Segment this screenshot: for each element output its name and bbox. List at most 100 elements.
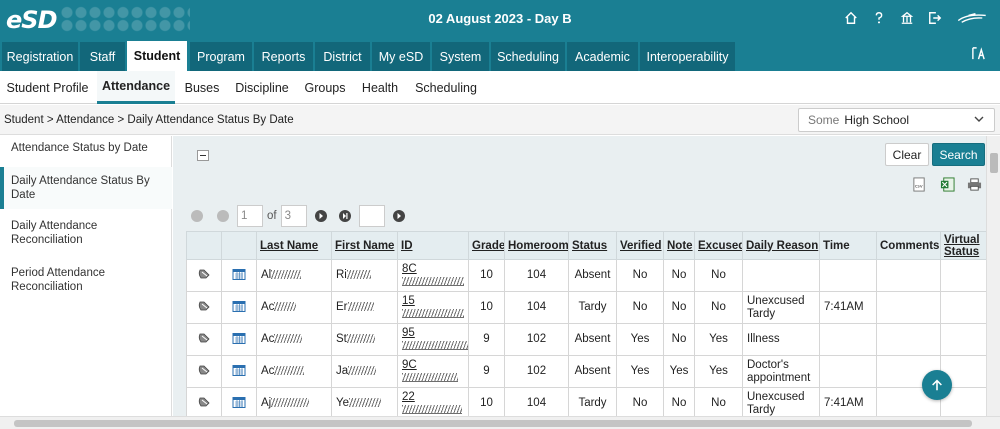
language-icon[interactable]	[971, 46, 986, 64]
next-page-icon[interactable]	[314, 210, 327, 222]
cell-excused: No	[694, 387, 743, 416]
sidebar-item-daily-attendance-status-by-date[interactable]: Daily Attendance Status By Date	[0, 167, 172, 209]
help-icon[interactable]	[870, 9, 888, 27]
tab-scheduling[interactable]: Scheduling	[491, 42, 566, 71]
horizontal-scrollbar[interactable]	[0, 416, 1000, 429]
go-page-icon[interactable]	[392, 210, 405, 222]
calendar-icon[interactable]	[221, 291, 257, 324]
cell-time	[819, 355, 877, 388]
tab-system[interactable]: System	[432, 42, 490, 71]
cell-first-name: Ri	[331, 259, 398, 292]
sidebar-item-period-attendance-reconciliation[interactable]: Period Attendance Reconciliation	[0, 266, 172, 294]
calendar-icon[interactable]	[221, 355, 257, 388]
cell-id[interactable]: 8C	[397, 259, 469, 292]
subtab-health[interactable]: Health	[356, 71, 404, 104]
arrow-up-icon	[932, 379, 942, 391]
column-header-excused[interactable]: Excused	[694, 231, 743, 260]
cell-homeroom: 102	[504, 323, 569, 356]
column-header-edit	[186, 231, 222, 260]
calendar-icon[interactable]	[221, 259, 257, 292]
cell-id[interactable]: 95	[397, 323, 469, 356]
subtab-groups[interactable]: Groups	[300, 71, 350, 104]
tab-program[interactable]: Program	[190, 42, 253, 71]
column-header-time: Time	[819, 231, 877, 260]
column-header-last-name[interactable]: Last Name	[256, 231, 332, 260]
collapse-toggle-icon[interactable]	[197, 150, 209, 161]
excel-icon[interactable]	[939, 177, 955, 192]
tab-my-esd[interactable]: My eSD	[372, 42, 431, 71]
edit-record-icon[interactable]	[186, 259, 222, 292]
tab-district[interactable]: District	[315, 42, 371, 71]
cell-id[interactable]: 9C	[397, 355, 469, 388]
cell-excused: Yes	[694, 323, 743, 356]
table-row[interactable]: Ac Ja 9C 9 102 Absent Yes Yes Yes Doctor's appoin…	[186, 355, 986, 388]
tab-reports[interactable]: Reports	[254, 42, 314, 71]
column-header-virtual-status[interactable]: Virtual Status	[940, 231, 986, 260]
column-header-verified[interactable]: Verified	[616, 231, 664, 260]
tab-interoperability[interactable]: Interoperability	[640, 42, 736, 71]
cell-daily-reason: Unexcused Tardy	[742, 291, 820, 324]
column-header-note[interactable]: Note	[663, 231, 695, 260]
logout-icon[interactable]	[926, 9, 944, 27]
subtab-attendance[interactable]: Attendance	[97, 71, 175, 104]
cell-virtual-status	[940, 323, 986, 356]
sidebar-item-daily-attendance-reconciliation[interactable]: Daily Attendance Reconciliation	[0, 219, 172, 247]
edit-record-icon[interactable]	[186, 387, 222, 416]
column-header-grade[interactable]: Grade	[468, 231, 505, 260]
cell-grade: 9	[468, 355, 505, 388]
calendar-icon[interactable]	[221, 387, 257, 416]
cell-excused: No	[694, 291, 743, 324]
breadcrumb: Student > Attendance > Daily Attendance …	[4, 114, 294, 126]
cell-first-name: St	[331, 323, 398, 356]
subtab-buses[interactable]: Buses	[178, 71, 226, 104]
edit-record-icon[interactable]	[186, 323, 222, 356]
vertical-scrollbar[interactable]	[986, 136, 1000, 416]
goto-page-input[interactable]	[358, 205, 385, 227]
district-building-icon[interactable]	[898, 9, 916, 27]
chevron-down-icon	[974, 116, 984, 122]
cell-grade: 9	[468, 323, 505, 356]
column-header-id[interactable]: ID	[397, 231, 469, 260]
tab-student[interactable]: Student	[127, 41, 188, 71]
clear-button[interactable]: Clear	[885, 143, 929, 166]
csv-icon[interactable]: csv	[911, 177, 927, 192]
cell-id[interactable]: 15	[397, 291, 469, 324]
subtab-discipline[interactable]: Discipline	[230, 71, 294, 104]
horizontal-scroll-thumb[interactable]	[14, 420, 972, 427]
sidebar-item-attendance-status-by-date[interactable]: Attendance Status by Date	[0, 141, 172, 155]
table-row[interactable]: Al Ri 8C 10 104 Absent No No No	[186, 259, 986, 292]
subtab-student-profile[interactable]: Student Profile	[0, 71, 95, 104]
print-icon[interactable]	[966, 177, 982, 192]
edit-record-icon[interactable]	[186, 355, 222, 388]
scroll-to-top-button[interactable]	[922, 370, 952, 400]
table-row[interactable]: Aj Ye 22 10 104 Tardy No No No Unexcused Tardy 7:4…	[186, 387, 986, 416]
edit-record-icon[interactable]	[186, 291, 222, 324]
tab-academic[interactable]: Academic	[567, 42, 639, 71]
table-header-row: Last Name First Name ID Grade Homeroom S…	[186, 231, 986, 260]
cell-note: No	[663, 291, 695, 324]
last-page-icon[interactable]	[338, 210, 351, 222]
search-button[interactable]: Search	[932, 143, 985, 166]
cell-status: Tardy	[568, 291, 617, 324]
home-icon[interactable]	[842, 9, 860, 27]
column-header-homeroom[interactable]: Homeroom	[504, 231, 569, 260]
column-header-first-name[interactable]: First Name	[331, 231, 398, 260]
cell-daily-reason: Illness	[742, 323, 820, 356]
calendar-icon[interactable]	[221, 323, 257, 356]
table-row[interactable]: Ac St 95 9 102 Absent Yes No Yes Illness	[186, 323, 986, 356]
first-page-icon[interactable]	[191, 210, 203, 222]
vertical-scroll-thumb[interactable]	[990, 153, 998, 173]
subtab-scheduling[interactable]: Scheduling	[410, 71, 482, 104]
previous-page-icon[interactable]	[217, 210, 229, 222]
column-header-status[interactable]: Status	[568, 231, 617, 260]
cell-daily-reason	[742, 259, 820, 292]
cell-id[interactable]: 22	[397, 387, 469, 416]
tab-staff[interactable]: Staff	[80, 42, 126, 71]
cell-time: 7:41AM	[819, 291, 877, 324]
table-row[interactable]: Ac Er 15 10 104 Tardy No No No Unexcused Tardy 7:4…	[186, 291, 986, 324]
cell-time	[819, 323, 877, 356]
school-select[interactable]: Some High School	[798, 108, 995, 132]
column-header-daily-reason[interactable]: Daily Reason	[742, 231, 820, 260]
tab-registration[interactable]: Registration	[2, 42, 79, 71]
page-number-input[interactable]: 1	[237, 205, 263, 227]
